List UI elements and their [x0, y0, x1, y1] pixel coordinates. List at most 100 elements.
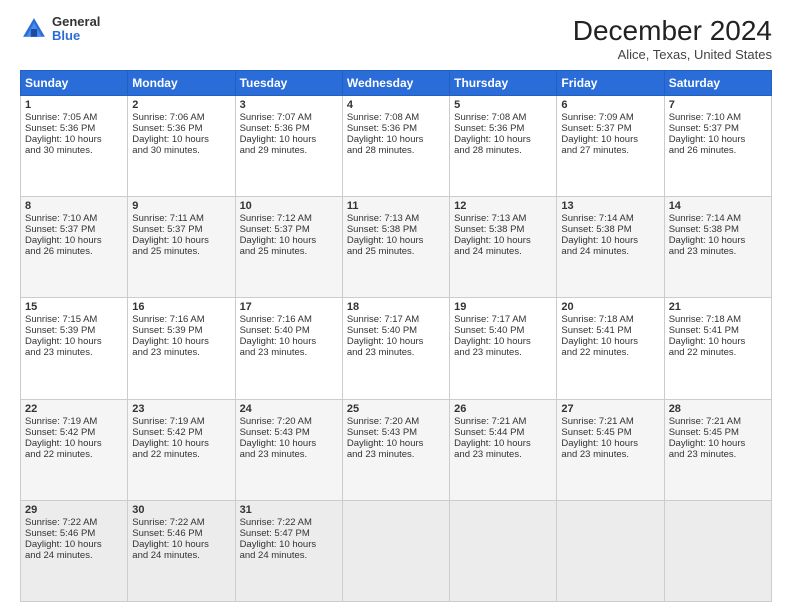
calendar-cell: 26Sunrise: 7:21 AMSunset: 5:44 PMDayligh… [450, 399, 557, 500]
day-info: Sunset: 5:37 PM [240, 224, 338, 235]
day-info: Sunrise: 7:16 AM [132, 314, 230, 325]
day-info: Sunrise: 7:14 AM [561, 213, 659, 224]
calendar-cell: 6Sunrise: 7:09 AMSunset: 5:37 PMDaylight… [557, 96, 664, 197]
day-info: Sunset: 5:42 PM [25, 427, 123, 438]
day-info: and 23 minutes. [240, 449, 338, 460]
day-info: Daylight: 10 hours [669, 235, 767, 246]
day-info: and 23 minutes. [454, 449, 552, 460]
day-number: 15 [25, 301, 123, 313]
calendar-cell: 12Sunrise: 7:13 AMSunset: 5:38 PMDayligh… [450, 197, 557, 298]
day-info: Sunrise: 7:06 AM [132, 112, 230, 123]
calendar-cell: 28Sunrise: 7:21 AMSunset: 5:45 PMDayligh… [664, 399, 771, 500]
day-info: and 22 minutes. [561, 347, 659, 358]
day-info: Sunrise: 7:15 AM [25, 314, 123, 325]
day-info: Sunset: 5:46 PM [25, 528, 123, 539]
day-info: and 25 minutes. [132, 246, 230, 257]
col-header-friday: Friday [557, 71, 664, 96]
day-info: Sunset: 5:45 PM [561, 427, 659, 438]
day-info: Daylight: 10 hours [240, 438, 338, 449]
day-info: and 24 minutes. [454, 246, 552, 257]
day-info: Daylight: 10 hours [454, 336, 552, 347]
day-info: Daylight: 10 hours [669, 134, 767, 145]
calendar-cell: 29Sunrise: 7:22 AMSunset: 5:46 PMDayligh… [21, 500, 128, 601]
day-info: Sunrise: 7:22 AM [25, 517, 123, 528]
calendar-cell [664, 500, 771, 601]
day-info: Daylight: 10 hours [454, 134, 552, 145]
day-info: and 22 minutes. [669, 347, 767, 358]
day-info: Sunset: 5:38 PM [561, 224, 659, 235]
day-info: Daylight: 10 hours [240, 235, 338, 246]
calendar-cell [450, 500, 557, 601]
day-number: 9 [132, 200, 230, 212]
page: General Blue December 2024 Alice, Texas,… [0, 0, 792, 612]
day-number: 8 [25, 200, 123, 212]
day-number: 2 [132, 99, 230, 111]
day-info: Sunset: 5:38 PM [669, 224, 767, 235]
day-info: and 23 minutes. [25, 347, 123, 358]
day-number: 20 [561, 301, 659, 313]
calendar-cell: 25Sunrise: 7:20 AMSunset: 5:43 PMDayligh… [342, 399, 449, 500]
calendar-cell: 3Sunrise: 7:07 AMSunset: 5:36 PMDaylight… [235, 96, 342, 197]
day-info: Sunset: 5:36 PM [132, 123, 230, 134]
col-header-thursday: Thursday [450, 71, 557, 96]
col-header-saturday: Saturday [664, 71, 771, 96]
day-info: Sunrise: 7:20 AM [347, 416, 445, 427]
calendar-cell: 23Sunrise: 7:19 AMSunset: 5:42 PMDayligh… [128, 399, 235, 500]
day-info: Sunrise: 7:07 AM [240, 112, 338, 123]
day-info: Sunrise: 7:22 AM [132, 517, 230, 528]
day-info: Sunrise: 7:05 AM [25, 112, 123, 123]
day-info: Sunrise: 7:16 AM [240, 314, 338, 325]
calendar-cell: 8Sunrise: 7:10 AMSunset: 5:37 PMDaylight… [21, 197, 128, 298]
day-info: Sunrise: 7:22 AM [240, 517, 338, 528]
logo-text: General Blue [52, 15, 100, 44]
day-number: 12 [454, 200, 552, 212]
day-number: 13 [561, 200, 659, 212]
day-info: Sunset: 5:36 PM [25, 123, 123, 134]
day-info: Sunrise: 7:08 AM [347, 112, 445, 123]
day-info: and 22 minutes. [25, 449, 123, 460]
day-info: and 24 minutes. [132, 550, 230, 561]
day-info: and 25 minutes. [347, 246, 445, 257]
day-info: Sunset: 5:44 PM [454, 427, 552, 438]
day-number: 19 [454, 301, 552, 313]
calendar-cell: 4Sunrise: 7:08 AMSunset: 5:36 PMDaylight… [342, 96, 449, 197]
day-info: Sunrise: 7:08 AM [454, 112, 552, 123]
calendar-cell: 14Sunrise: 7:14 AMSunset: 5:38 PMDayligh… [664, 197, 771, 298]
calendar-cell: 31Sunrise: 7:22 AMSunset: 5:47 PMDayligh… [235, 500, 342, 601]
day-info: Sunrise: 7:18 AM [669, 314, 767, 325]
day-number: 21 [669, 301, 767, 313]
day-info: Daylight: 10 hours [240, 539, 338, 550]
calendar-cell: 22Sunrise: 7:19 AMSunset: 5:42 PMDayligh… [21, 399, 128, 500]
day-number: 26 [454, 403, 552, 415]
day-info: Daylight: 10 hours [561, 438, 659, 449]
day-info: Sunrise: 7:10 AM [25, 213, 123, 224]
day-info: Sunset: 5:39 PM [25, 325, 123, 336]
day-info: Daylight: 10 hours [454, 438, 552, 449]
day-info: Daylight: 10 hours [347, 235, 445, 246]
day-info: Sunset: 5:38 PM [347, 224, 445, 235]
day-info: Daylight: 10 hours [347, 438, 445, 449]
day-info: Sunset: 5:39 PM [132, 325, 230, 336]
day-info: Sunset: 5:43 PM [347, 427, 445, 438]
day-info: and 24 minutes. [561, 246, 659, 257]
title-block: December 2024 Alice, Texas, United State… [573, 15, 772, 62]
day-number: 31 [240, 504, 338, 516]
day-info: Sunrise: 7:12 AM [240, 213, 338, 224]
day-info: and 25 minutes. [240, 246, 338, 257]
day-info: Daylight: 10 hours [561, 235, 659, 246]
day-info: Daylight: 10 hours [347, 134, 445, 145]
day-info: Sunset: 5:38 PM [454, 224, 552, 235]
calendar-cell: 1Sunrise: 7:05 AMSunset: 5:36 PMDaylight… [21, 96, 128, 197]
calendar-cell: 20Sunrise: 7:18 AMSunset: 5:41 PMDayligh… [557, 298, 664, 399]
day-number: 4 [347, 99, 445, 111]
day-info: and 23 minutes. [347, 449, 445, 460]
day-info: Daylight: 10 hours [132, 336, 230, 347]
day-info: Sunset: 5:37 PM [561, 123, 659, 134]
day-info: Sunset: 5:40 PM [240, 325, 338, 336]
day-info: Sunrise: 7:14 AM [669, 213, 767, 224]
day-info: Sunrise: 7:13 AM [454, 213, 552, 224]
col-header-sunday: Sunday [21, 71, 128, 96]
day-info: Sunrise: 7:11 AM [132, 213, 230, 224]
day-info: Sunset: 5:47 PM [240, 528, 338, 539]
day-info: Sunrise: 7:13 AM [347, 213, 445, 224]
